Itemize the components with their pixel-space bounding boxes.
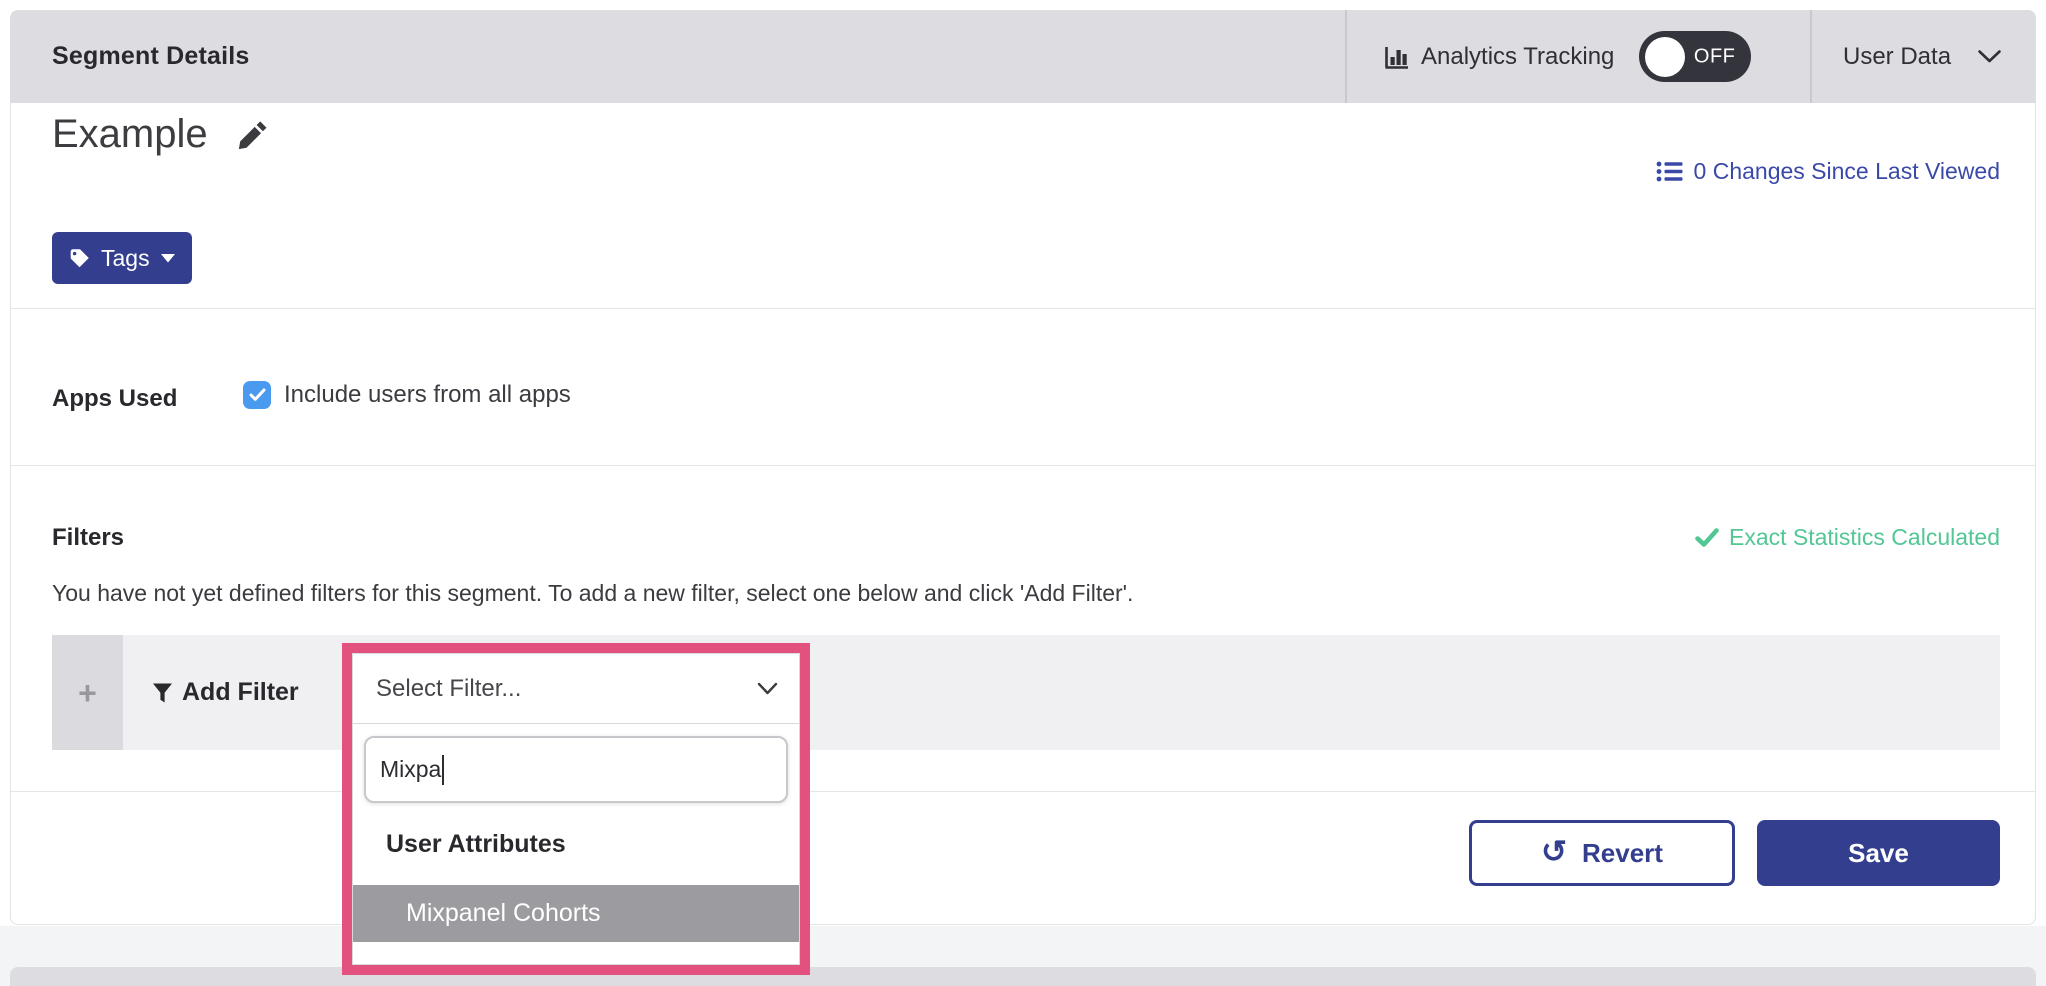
revert-button[interactable]: ↺ Revert	[1469, 820, 1735, 886]
tags-button-label: Tags	[101, 245, 150, 272]
section-divider	[10, 308, 2036, 309]
apps-used-checkbox-row: Include users from all apps	[243, 381, 571, 409]
chevron-down-icon	[1977, 49, 2002, 64]
revert-button-label: Revert	[1582, 838, 1663, 869]
card-header: Segment Details Analytics Tracking OFF U…	[10, 10, 2036, 103]
chevron-down-icon	[757, 682, 778, 695]
card-body	[10, 103, 2036, 925]
add-filter-plus-button[interactable]: +	[52, 635, 123, 750]
exact-statistics-status: Exact Statistics Calculated	[1695, 524, 2000, 551]
filters-description: You have not yet defined filters for thi…	[52, 580, 1133, 607]
caret-down-icon	[161, 254, 175, 263]
changelog-list-icon	[1656, 159, 1683, 184]
filter-dropdown-menu: Mixpa User Attributes Mixpanel Cohorts	[353, 724, 799, 964]
dropdown-option-mixpanel-cohorts[interactable]: Mixpanel Cohorts	[353, 885, 799, 942]
include-all-apps-checkbox[interactable]	[243, 381, 271, 409]
changes-link-label: 0 Changes Since Last Viewed	[1694, 158, 2000, 185]
tag-icon	[69, 248, 90, 269]
user-data-label: User Data	[1843, 43, 1951, 71]
segment-details-page: Segment Details Analytics Tracking OFF U…	[0, 0, 2046, 986]
bar-chart-icon	[1383, 43, 1410, 70]
page-title: Segment Details	[52, 10, 250, 103]
analytics-tracking-toggle[interactable]: OFF	[1639, 31, 1751, 82]
section-divider	[10, 791, 2036, 792]
next-panel-header	[10, 967, 2036, 986]
apps-used-label: Apps Used	[52, 385, 177, 413]
user-data-dropdown[interactable]: User Data	[1843, 10, 2002, 103]
toggle-knob	[1645, 37, 1685, 77]
filter-select-dropdown: Select Filter... Mixpa User Attributes M…	[352, 653, 800, 965]
analytics-tracking-label: Analytics Tracking	[1421, 43, 1614, 71]
plus-icon: +	[78, 677, 97, 709]
text-cursor	[442, 755, 444, 785]
analytics-tracking-control: Analytics Tracking OFF	[1383, 10, 1751, 103]
filters-section-label: Filters	[52, 524, 124, 552]
highlight-annotation-box: Select Filter... Mixpa User Attributes M…	[342, 643, 810, 975]
filter-select-control[interactable]: Select Filter...	[353, 654, 799, 724]
header-divider-left	[1345, 10, 1347, 103]
segment-name-row: Example	[52, 112, 270, 157]
filter-search-value: Mixpa	[380, 756, 441, 783]
filter-select-value: Select Filter...	[376, 675, 521, 703]
header-divider-right	[1810, 10, 1812, 103]
add-filter-button[interactable]: Add Filter	[152, 635, 299, 750]
section-divider	[10, 465, 2036, 466]
changes-since-last-viewed-link[interactable]: 0 Changes Since Last Viewed	[1656, 158, 2000, 185]
exact-statistics-label: Exact Statistics Calculated	[1729, 524, 2000, 551]
add-filter-label: Add Filter	[182, 678, 299, 707]
check-icon	[1695, 528, 1719, 547]
filter-search-input[interactable]: Mixpa	[364, 736, 788, 803]
revert-icon: ↺	[1541, 836, 1567, 867]
save-button-label: Save	[1848, 838, 1909, 869]
dropdown-group-header: User Attributes	[386, 830, 799, 859]
filter-funnel-icon	[152, 682, 173, 704]
footer-actions: ↺ Revert Save	[1469, 820, 2000, 886]
include-all-apps-label: Include users from all apps	[284, 381, 571, 409]
edit-pencil-icon[interactable]	[236, 118, 270, 152]
toggle-state-label: OFF	[1694, 45, 1736, 68]
segment-name: Example	[52, 112, 208, 157]
tags-button[interactable]: Tags	[52, 232, 192, 284]
save-button[interactable]: Save	[1757, 820, 2000, 886]
